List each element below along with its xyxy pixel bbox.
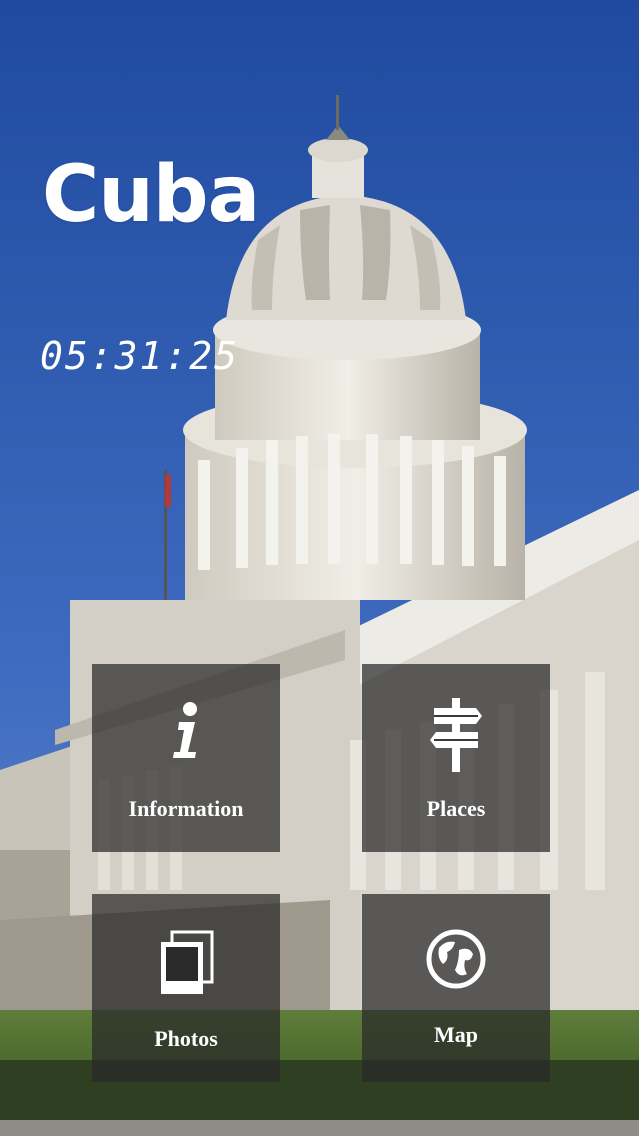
info-icon: [173, 702, 197, 758]
map-label: Map: [434, 1022, 478, 1047]
clock-display: 05:31:25: [40, 334, 240, 378]
globe-icon: [426, 929, 486, 989]
photos-icon: [161, 930, 214, 994]
map-button[interactable]: Map: [362, 894, 550, 1082]
places-button[interactable]: Places: [362, 664, 550, 852]
signpost-icon: [430, 698, 482, 772]
page-title: Cuba: [42, 150, 260, 240]
information-label: Information: [128, 796, 244, 821]
places-label: Places: [426, 796, 486, 821]
photos-button[interactable]: Photos: [92, 894, 280, 1082]
information-button[interactable]: Information: [92, 664, 280, 852]
photos-label: Photos: [154, 1026, 218, 1051]
